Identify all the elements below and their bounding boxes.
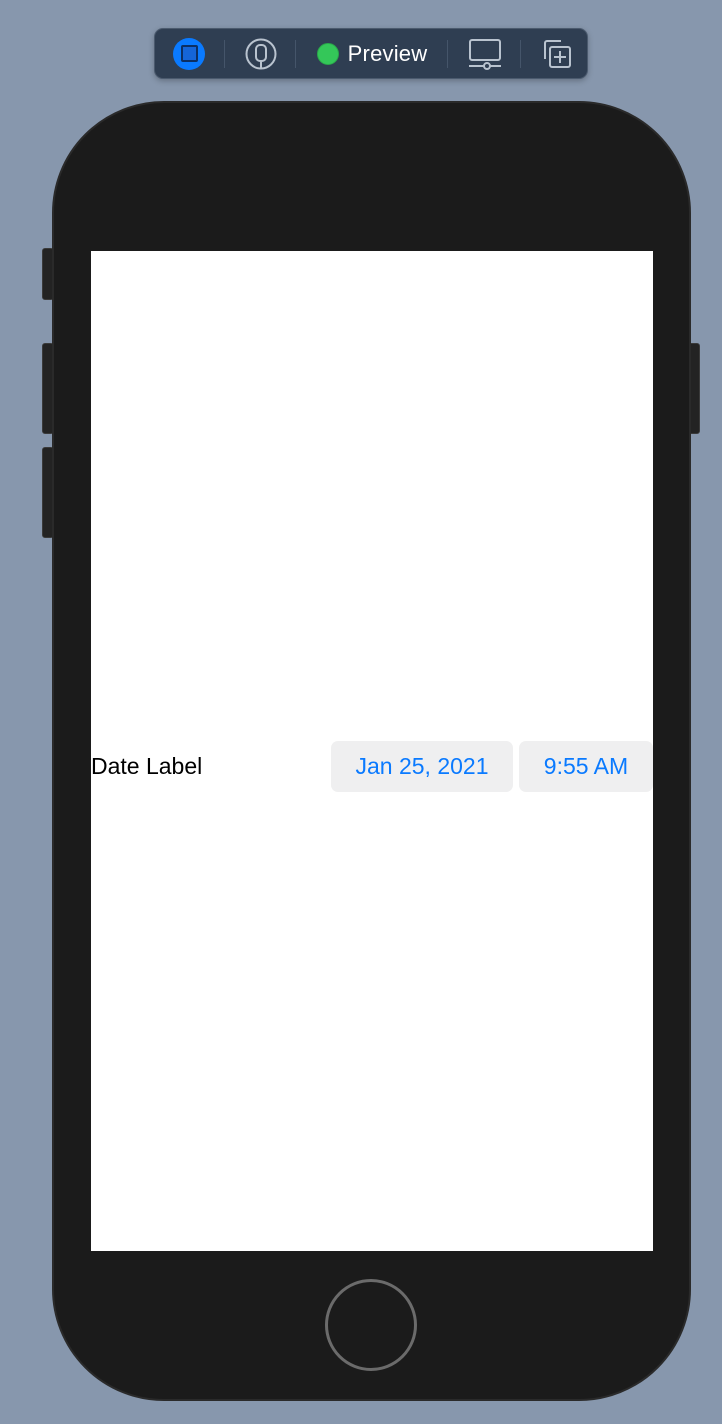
preview-label: Preview	[347, 40, 428, 66]
date-picker-row: Date Label Jan 25, 2021 9:55 AM	[91, 741, 653, 792]
toolbar-separator	[295, 40, 296, 68]
device-screen: Date Label Jan 25, 2021 9:55 AM	[91, 251, 653, 1251]
toolbar-separator	[520, 40, 521, 68]
preview-selector[interactable]: Preview	[312, 29, 432, 78]
toolbar-separator	[447, 40, 448, 68]
device-settings-button[interactable]	[463, 29, 507, 78]
display-settings-icon	[469, 38, 501, 70]
green-status-dot-icon	[316, 42, 339, 65]
stop-square-icon	[173, 37, 205, 70]
live-preview-button[interactable]	[169, 29, 209, 78]
phone-device-icon	[245, 38, 277, 69]
date-picker-button[interactable]: Jan 25, 2021	[331, 741, 513, 792]
date-label: Date Label	[91, 753, 203, 779]
duplicate-preview-button[interactable]	[535, 29, 577, 78]
preview-toolbar: Preview	[154, 28, 588, 79]
toolbar-separator	[224, 40, 225, 68]
time-picker-button[interactable]: 9:55 AM	[519, 741, 653, 792]
home-button[interactable]	[325, 1279, 417, 1371]
on-device-button[interactable]	[241, 29, 281, 78]
add-duplicate-icon	[544, 39, 571, 68]
